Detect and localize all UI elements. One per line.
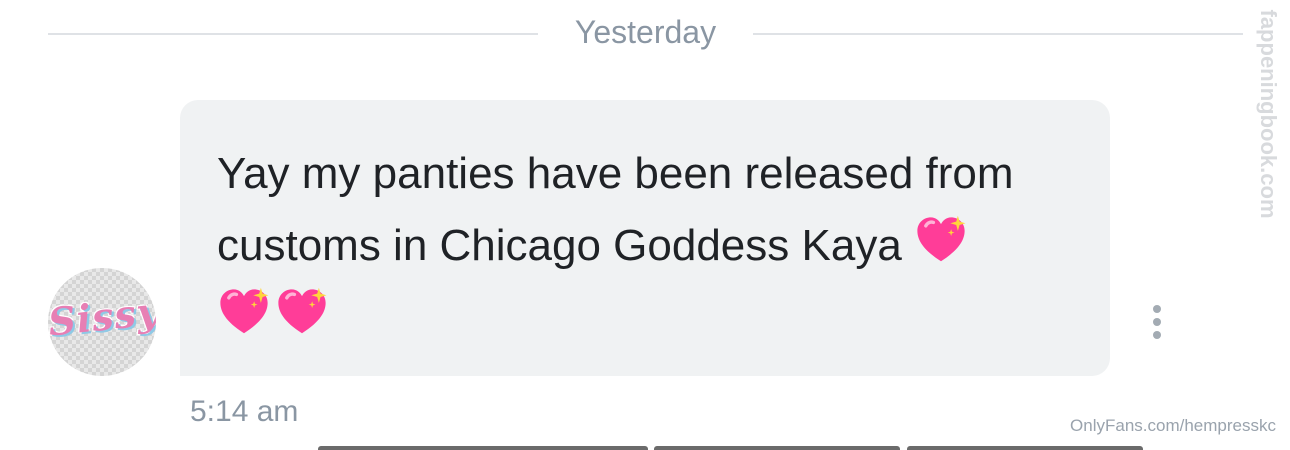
message-bubble[interactable]: Yay my panties have been released from c…: [180, 100, 1110, 376]
message-text-content: Yay my panties have been released from c…: [217, 149, 1014, 270]
more-options-icon[interactable]: [1145, 303, 1169, 343]
sparkling-heart-emoji-icon: [278, 287, 327, 334]
media-preview-edge: [907, 446, 1143, 450]
message-timestamp: 5:14 am: [190, 395, 299, 428]
media-preview-edge: [654, 446, 900, 450]
side-watermark-text: fappeningbook.com: [1256, 9, 1281, 219]
date-label: Yesterday: [574, 14, 717, 50]
sender-avatar[interactable]: Sissy: [48, 268, 156, 376]
message-text: Yay my panties have been released from c…: [217, 138, 1074, 354]
divider-line-left: [48, 33, 538, 35]
divider-line-right: [753, 33, 1243, 35]
sparkling-heart-emoji-icon: [917, 215, 966, 262]
bottom-watermark: OnlyFans.com/hempresskc: [1070, 416, 1276, 435]
media-preview-edge: [318, 446, 648, 450]
sparkling-heart-emoji-icon: [220, 287, 269, 334]
avatar-logo-text: Sissy: [48, 288, 156, 345]
side-watermark: fappeningbook.com: [1248, 8, 1288, 220]
